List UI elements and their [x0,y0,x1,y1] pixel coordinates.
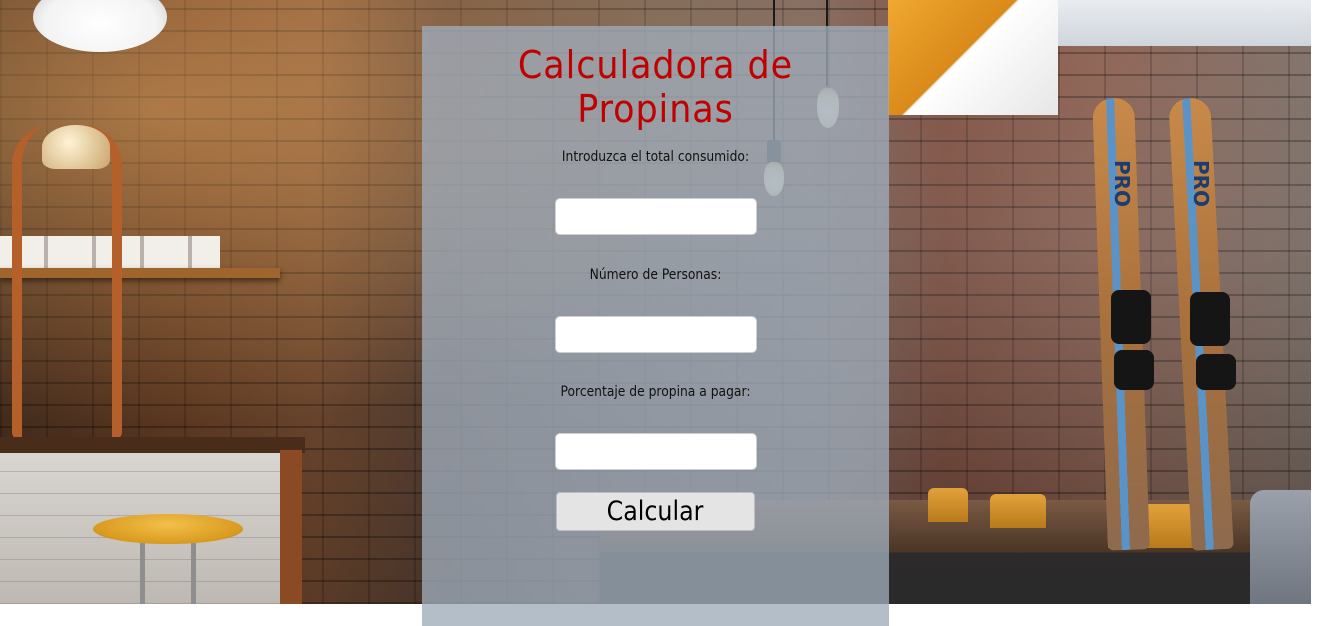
porcentaje-label: Porcentaje de propina a pagar: [560,384,751,400]
bar-stool [93,514,243,544]
ceiling-beam [888,0,1058,115]
coffee-dripper [12,125,122,440]
ski-brand-text: PRO [1110,160,1134,208]
chair [990,494,1046,528]
calcular-button[interactable]: Calcular [556,492,755,531]
counter-post [280,450,302,604]
chair [928,488,968,522]
dripper-globe [42,125,110,169]
ski-binding [1114,350,1154,390]
stool-legs [140,540,196,604]
page-title: Calculadora de Propinas [517,43,794,131]
ski-binding [1190,292,1230,346]
page: PRO PRO Calculadora de Propinas Introduz… [0,0,1326,626]
ski-binding [1196,354,1236,390]
calcular-button-label: Calcular [607,496,704,527]
counter-top [0,437,305,453]
ski-brand-text: PRO [1189,160,1213,208]
total-input[interactable] [555,198,757,235]
personas-label: Número de Personas: [589,267,722,283]
sofa [1250,490,1311,604]
total-label: Introduzca el total consumido: [561,149,750,165]
calculator-panel: Calculadora de Propinas Introduzca el to… [422,26,889,626]
personas-input[interactable] [555,316,757,353]
porcentaje-input[interactable] [555,433,757,470]
ski-binding [1111,290,1151,344]
